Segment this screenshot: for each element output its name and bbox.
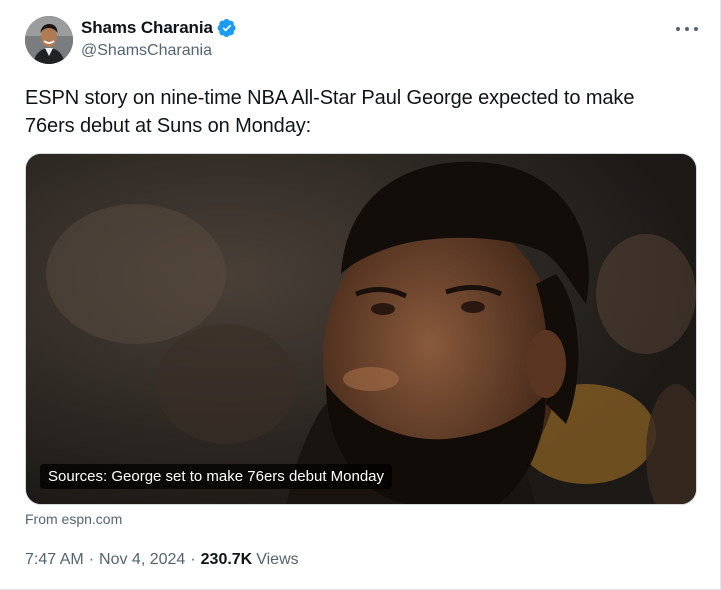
tweet-date[interactable]: Nov 4, 2024 [99,551,185,569]
views-count: 230.7K [200,551,253,568]
more-dot [676,27,680,31]
tweet-text: ESPN story on nine-time NBA All-Star Pau… [25,87,635,137]
tweet-time[interactable]: 7:47 AM [25,551,84,569]
card-title: Sources: George set to make 76ers debut … [40,464,393,489]
meta-separator: · [190,551,196,568]
avatar-image [25,16,73,64]
link-card[interactable]: Sources: George set to make 76ers debut … [25,153,697,505]
tweet: Shams Charania @ShamsCharania ESPN story… [0,0,721,590]
author-handle[interactable]: @ShamsCharania [81,42,212,60]
more-dot [685,27,689,31]
tweet-meta: 7:47 AM · Nov 4, 2024 · 230.7K Views [25,551,299,569]
author-display-name[interactable]: Shams Charania [81,18,213,38]
card-image [26,154,696,504]
card-source[interactable]: From espn.com [25,511,122,527]
author-name-row[interactable]: Shams Charania [81,18,237,38]
views-label: Views [256,551,299,568]
avatar[interactable] [25,16,73,64]
meta-separator: · [88,551,95,568]
verified-badge-icon [217,18,236,38]
more-dot [694,27,698,31]
more-options-icon[interactable] [676,22,698,36]
